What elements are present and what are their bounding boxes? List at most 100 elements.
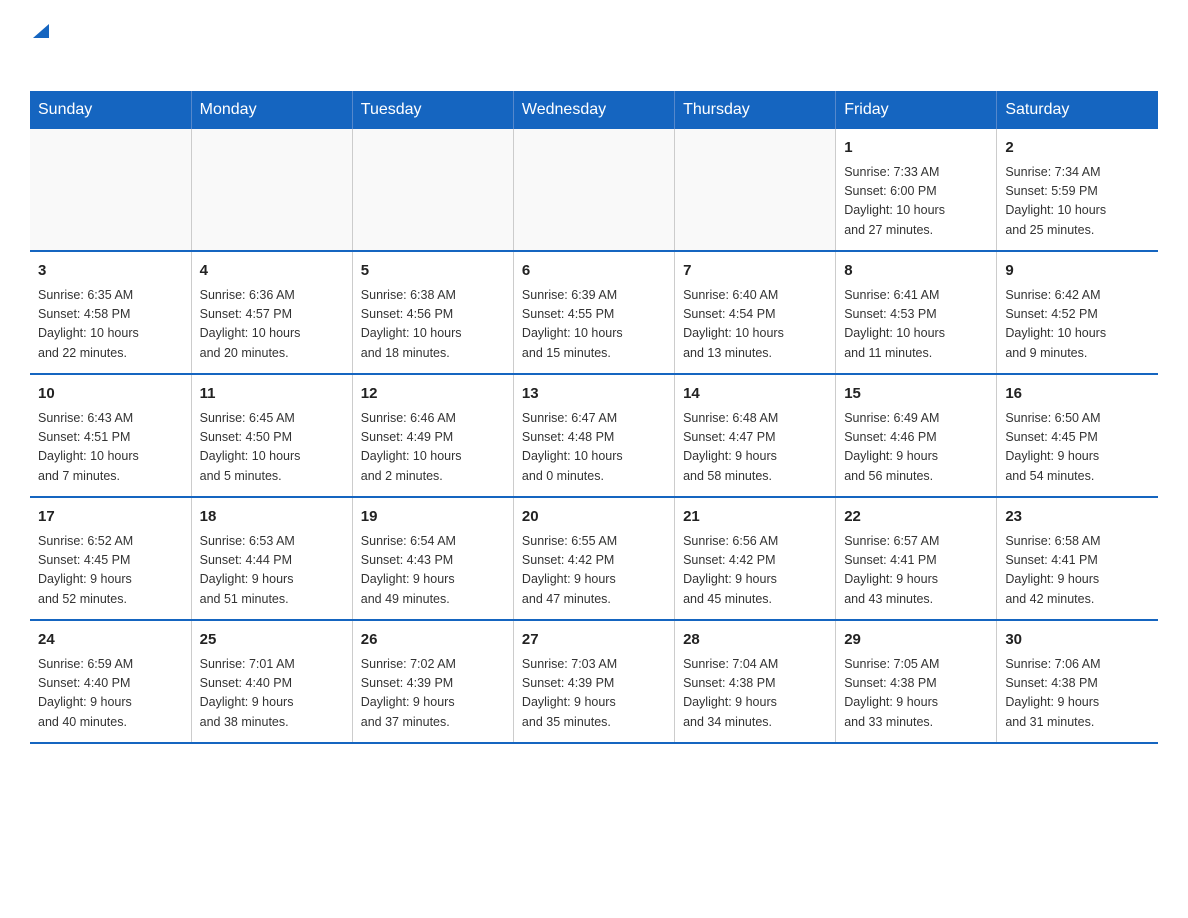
calendar-cell: 10 Sunrise: 6:43 AMSunset: 4:51 PMDayligh… [30, 374, 191, 497]
day-info: Sunrise: 6:57 AMSunset: 4:41 PMDaylight:… [844, 532, 988, 610]
day-info: Sunrise: 7:01 AMSunset: 4:40 PMDaylight:… [200, 655, 344, 733]
day-header-thursday: Thursday [675, 91, 836, 129]
day-number: 16 [1005, 383, 1150, 406]
calendar-header-row: SundayMondayTuesdayWednesdayThursdayFrid… [30, 91, 1158, 129]
day-info: Sunrise: 6:38 AMSunset: 4:56 PMDaylight:… [361, 286, 505, 364]
day-number: 10 [38, 383, 183, 406]
day-header-wednesday: Wednesday [513, 91, 674, 129]
day-info: Sunrise: 7:06 AMSunset: 4:38 PMDaylight:… [1005, 655, 1150, 733]
calendar-table: SundayMondayTuesdayWednesdayThursdayFrid… [30, 91, 1158, 744]
day-info: Sunrise: 6:58 AMSunset: 4:41 PMDaylight:… [1005, 532, 1150, 610]
calendar-cell: 21 Sunrise: 6:56 AMSunset: 4:42 PMDayligh… [675, 497, 836, 620]
calendar-cell: 15 Sunrise: 6:49 AMSunset: 4:46 PMDayligh… [836, 374, 997, 497]
day-number: 15 [844, 383, 988, 406]
calendar-cell [191, 129, 352, 251]
calendar-cell: 28 Sunrise: 7:04 AMSunset: 4:38 PMDayligh… [675, 620, 836, 743]
day-number: 6 [522, 260, 666, 283]
day-number: 30 [1005, 629, 1150, 652]
day-info: Sunrise: 7:33 AMSunset: 6:00 PMDaylight:… [844, 163, 988, 241]
calendar-cell: 14 Sunrise: 6:48 AMSunset: 4:47 PMDayligh… [675, 374, 836, 497]
day-info: Sunrise: 6:42 AMSunset: 4:52 PMDaylight:… [1005, 286, 1150, 364]
day-number: 9 [1005, 260, 1150, 283]
calendar-cell: 29 Sunrise: 7:05 AMSunset: 4:38 PMDayligh… [836, 620, 997, 743]
day-number: 17 [38, 506, 183, 529]
calendar-cell: 9 Sunrise: 6:42 AMSunset: 4:52 PMDaylight… [997, 251, 1158, 374]
day-number: 23 [1005, 506, 1150, 529]
day-number: 11 [200, 383, 344, 406]
day-number: 24 [38, 629, 183, 652]
calendar-cell [513, 129, 674, 251]
calendar-cell: 16 Sunrise: 6:50 AMSunset: 4:45 PMDayligh… [997, 374, 1158, 497]
day-info: Sunrise: 7:34 AMSunset: 5:59 PMDaylight:… [1005, 163, 1150, 241]
calendar-cell: 27 Sunrise: 7:03 AMSunset: 4:39 PMDayligh… [513, 620, 674, 743]
calendar-cell: 2 Sunrise: 7:34 AMSunset: 5:59 PMDaylight… [997, 129, 1158, 251]
calendar-week-row: 17 Sunrise: 6:52 AMSunset: 4:45 PMDayligh… [30, 497, 1158, 620]
calendar-cell: 26 Sunrise: 7:02 AMSunset: 4:39 PMDayligh… [352, 620, 513, 743]
calendar-cell: 1 Sunrise: 7:33 AMSunset: 6:00 PMDaylight… [836, 129, 997, 251]
day-number: 12 [361, 383, 505, 406]
day-number: 13 [522, 383, 666, 406]
day-number: 1 [844, 137, 988, 160]
day-number: 26 [361, 629, 505, 652]
day-info: Sunrise: 6:40 AMSunset: 4:54 PMDaylight:… [683, 286, 827, 364]
day-info: Sunrise: 6:52 AMSunset: 4:45 PMDaylight:… [38, 532, 183, 610]
calendar-cell: 7Sunrise: 6:40 AMSunset: 4:54 PMDaylight… [675, 251, 836, 374]
calendar-cell: 24Sunrise: 6:59 AMSunset: 4:40 PMDayligh… [30, 620, 191, 743]
day-number: 22 [844, 506, 988, 529]
day-info: Sunrise: 7:04 AMSunset: 4:38 PMDaylight:… [683, 655, 827, 733]
day-info: Sunrise: 6:49 AMSunset: 4:46 PMDaylight:… [844, 409, 988, 487]
day-header-sunday: Sunday [30, 91, 191, 129]
logo-triangle-icon [30, 20, 52, 47]
calendar-week-row: 10 Sunrise: 6:43 AMSunset: 4:51 PMDayligh… [30, 374, 1158, 497]
day-number: 20 [522, 506, 666, 529]
calendar-cell: 18 Sunrise: 6:53 AMSunset: 4:44 PMDayligh… [191, 497, 352, 620]
day-number: 21 [683, 506, 827, 529]
calendar-week-row: 24Sunrise: 6:59 AMSunset: 4:40 PMDayligh… [30, 620, 1158, 743]
day-info: Sunrise: 6:56 AMSunset: 4:42 PMDaylight:… [683, 532, 827, 610]
calendar-cell [675, 129, 836, 251]
day-info: Sunrise: 6:39 AMSunset: 4:55 PMDaylight:… [522, 286, 666, 364]
day-info: Sunrise: 7:02 AMSunset: 4:39 PMDaylight:… [361, 655, 505, 733]
calendar-cell: 30 Sunrise: 7:06 AMSunset: 4:38 PMDayligh… [997, 620, 1158, 743]
calendar-cell: 6 Sunrise: 6:39 AMSunset: 4:55 PMDaylight… [513, 251, 674, 374]
calendar-cell: 12 Sunrise: 6:46 AMSunset: 4:49 PMDayligh… [352, 374, 513, 497]
calendar-cell: 25Sunrise: 7:01 AMSunset: 4:40 PMDayligh… [191, 620, 352, 743]
calendar-cell: 8 Sunrise: 6:41 AMSunset: 4:53 PMDaylight… [836, 251, 997, 374]
day-info: Sunrise: 6:50 AMSunset: 4:45 PMDaylight:… [1005, 409, 1150, 487]
day-number: 3 [38, 260, 183, 283]
day-number: 4 [200, 260, 344, 283]
calendar-cell: 17 Sunrise: 6:52 AMSunset: 4:45 PMDayligh… [30, 497, 191, 620]
calendar-cell: 20 Sunrise: 6:55 AMSunset: 4:42 PMDayligh… [513, 497, 674, 620]
day-number: 29 [844, 629, 988, 652]
day-info: Sunrise: 6:48 AMSunset: 4:47 PMDaylight:… [683, 409, 827, 487]
calendar-cell [30, 129, 191, 251]
day-header-monday: Monday [191, 91, 352, 129]
calendar-cell: 3Sunrise: 6:35 AMSunset: 4:58 PMDaylight… [30, 251, 191, 374]
calendar-week-row: 3Sunrise: 6:35 AMSunset: 4:58 PMDaylight… [30, 251, 1158, 374]
day-number: 27 [522, 629, 666, 652]
calendar-cell [352, 129, 513, 251]
day-number: 18 [200, 506, 344, 529]
day-number: 8 [844, 260, 988, 283]
day-number: 14 [683, 383, 827, 406]
day-header-friday: Friday [836, 91, 997, 129]
day-number: 28 [683, 629, 827, 652]
calendar-cell: 22 Sunrise: 6:57 AMSunset: 4:41 PMDayligh… [836, 497, 997, 620]
day-info: Sunrise: 7:05 AMSunset: 4:38 PMDaylight:… [844, 655, 988, 733]
calendar-cell: 19Sunrise: 6:54 AMSunset: 4:43 PMDayligh… [352, 497, 513, 620]
day-info: Sunrise: 6:53 AMSunset: 4:44 PMDaylight:… [200, 532, 344, 610]
day-number: 5 [361, 260, 505, 283]
day-info: Sunrise: 7:03 AMSunset: 4:39 PMDaylight:… [522, 655, 666, 733]
day-info: Sunrise: 6:54 AMSunset: 4:43 PMDaylight:… [361, 532, 505, 610]
logo [30, 20, 52, 81]
calendar-cell: 13Sunrise: 6:47 AMSunset: 4:48 PMDayligh… [513, 374, 674, 497]
day-info: Sunrise: 6:55 AMSunset: 4:42 PMDaylight:… [522, 532, 666, 610]
day-info: Sunrise: 6:43 AMSunset: 4:51 PMDaylight:… [38, 409, 183, 487]
day-info: Sunrise: 6:45 AMSunset: 4:50 PMDaylight:… [200, 409, 344, 487]
day-info: Sunrise: 6:46 AMSunset: 4:49 PMDaylight:… [361, 409, 505, 487]
day-header-tuesday: Tuesday [352, 91, 513, 129]
calendar-cell: 4Sunrise: 6:36 AMSunset: 4:57 PMDaylight… [191, 251, 352, 374]
day-info: Sunrise: 6:41 AMSunset: 4:53 PMDaylight:… [844, 286, 988, 364]
calendar-cell: 5 Sunrise: 6:38 AMSunset: 4:56 PMDaylight… [352, 251, 513, 374]
day-number: 2 [1005, 137, 1150, 160]
